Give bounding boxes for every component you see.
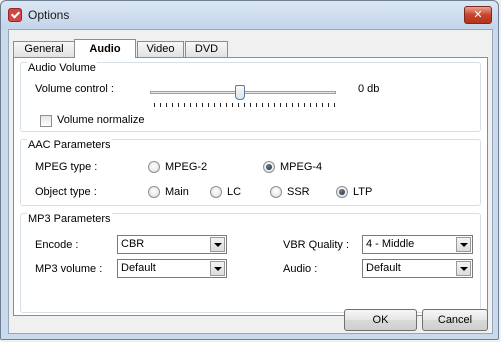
- slider-tick: [268, 103, 269, 107]
- slider-tick: [172, 103, 173, 107]
- slider-tick: [292, 103, 293, 107]
- close-icon: ✕: [473, 9, 483, 21]
- mpeg-4-label: MPEG-4: [280, 161, 323, 173]
- mp3-parameters-group: MP3 Parameters Encode : CBR MP3 volume :…: [20, 213, 481, 313]
- slider-tick: [322, 103, 323, 107]
- volume-value: 0 db: [358, 83, 380, 95]
- tab-dvd[interactable]: DVD: [185, 41, 228, 57]
- volume-slider-ticks: [154, 103, 335, 108]
- chevron-down-icon[interactable]: [210, 261, 225, 276]
- slider-tick: [238, 103, 239, 107]
- slider-tick: [160, 103, 161, 107]
- title-bar[interactable]: Options ✕: [1, 1, 498, 29]
- encode-value: CBR: [121, 238, 145, 250]
- mp3-volume-select[interactable]: Default: [117, 259, 227, 278]
- slider-tick: [244, 103, 245, 107]
- tab-audio[interactable]: Audio: [74, 39, 136, 58]
- mpeg-2-label: MPEG-2: [165, 161, 208, 173]
- radio-ssr[interactable]: [270, 186, 282, 198]
- chevron-down-icon[interactable]: [210, 237, 225, 252]
- ssr-label: SSR: [287, 186, 310, 198]
- slider-tick: [304, 103, 305, 107]
- slider-tick: [202, 103, 203, 107]
- encode-select[interactable]: CBR: [117, 235, 227, 254]
- slider-tick: [328, 103, 329, 107]
- lc-label: LC: [227, 186, 242, 198]
- radio-mpeg-2[interactable]: [148, 161, 160, 173]
- slider-tick: [250, 103, 251, 107]
- mp3-volume-label: MP3 volume :: [35, 263, 103, 275]
- slider-tick: [286, 103, 287, 107]
- slider-tick: [232, 103, 233, 107]
- vbr-quality-label: VBR Quality :: [283, 239, 350, 251]
- slider-tick: [220, 103, 221, 107]
- slider-tick: [334, 103, 335, 107]
- slider-tick: [154, 103, 155, 107]
- mp3-parameters-title: MP3 Parameters: [27, 213, 112, 225]
- radio-mpeg-4[interactable]: [263, 161, 275, 173]
- slider-tick: [178, 103, 179, 107]
- dialog-body: General Audio Video DVD Audio Volume Vol…: [8, 29, 493, 334]
- audio-volume-group: Audio Volume Volume control : 0 db Volum…: [20, 62, 481, 132]
- ok-button[interactable]: OK: [344, 309, 417, 331]
- audio-volume-title: Audio Volume: [27, 62, 97, 74]
- slider-tick: [208, 103, 209, 107]
- slider-tick: [310, 103, 311, 107]
- slider-tick: [274, 103, 275, 107]
- volume-normalize-label: Volume normalize: [57, 114, 145, 126]
- aac-parameters-group: AAC Parameters MPEG type : MPEG-2 MPEG-4…: [20, 139, 481, 206]
- aac-parameters-title: AAC Parameters: [27, 139, 112, 151]
- tab-video[interactable]: Video: [137, 41, 184, 57]
- volume-normalize-checkbox[interactable]: [40, 115, 52, 127]
- audio-value: Default: [366, 262, 401, 274]
- audio-tab-panel: Audio Volume Volume control : 0 db Volum…: [13, 57, 488, 316]
- radio-ltp[interactable]: [336, 186, 348, 198]
- mp3-volume-value: Default: [121, 262, 156, 274]
- slider-tick: [166, 103, 167, 107]
- volume-control-label: Volume control :: [35, 83, 114, 95]
- slider-tick: [214, 103, 215, 107]
- slider-tick: [262, 103, 263, 107]
- close-button[interactable]: ✕: [464, 6, 492, 24]
- slider-tick: [184, 103, 185, 107]
- volume-slider-thumb[interactable]: [235, 85, 245, 100]
- slider-tick: [256, 103, 257, 107]
- audio-label: Audio :: [283, 263, 318, 275]
- chevron-down-icon[interactable]: [456, 237, 471, 252]
- options-window: Options ✕ General Audio Video DVD Audio …: [0, 0, 499, 340]
- vbr-quality-select[interactable]: 4 - Middle: [362, 235, 473, 254]
- app-icon: [8, 8, 22, 22]
- radio-lc[interactable]: [210, 186, 222, 198]
- slider-tick: [226, 103, 227, 107]
- cancel-button[interactable]: Cancel: [422, 309, 488, 331]
- encode-label: Encode :: [35, 239, 79, 251]
- mpeg-type-label: MPEG type :: [35, 161, 98, 173]
- chevron-down-icon[interactable]: [456, 261, 471, 276]
- radio-main[interactable]: [148, 186, 160, 198]
- slider-tick: [298, 103, 299, 107]
- slider-tick: [280, 103, 281, 107]
- main-label: Main: [165, 186, 189, 198]
- object-type-label: Object type :: [35, 186, 97, 198]
- ltp-label: LTP: [353, 186, 373, 198]
- slider-tick: [190, 103, 191, 107]
- audio-select[interactable]: Default: [362, 259, 473, 278]
- slider-tick: [196, 103, 197, 107]
- slider-tick: [316, 103, 317, 107]
- tab-general[interactable]: General: [13, 41, 75, 57]
- window-title: Options: [28, 8, 70, 22]
- vbr-quality-value: 4 - Middle: [366, 238, 415, 250]
